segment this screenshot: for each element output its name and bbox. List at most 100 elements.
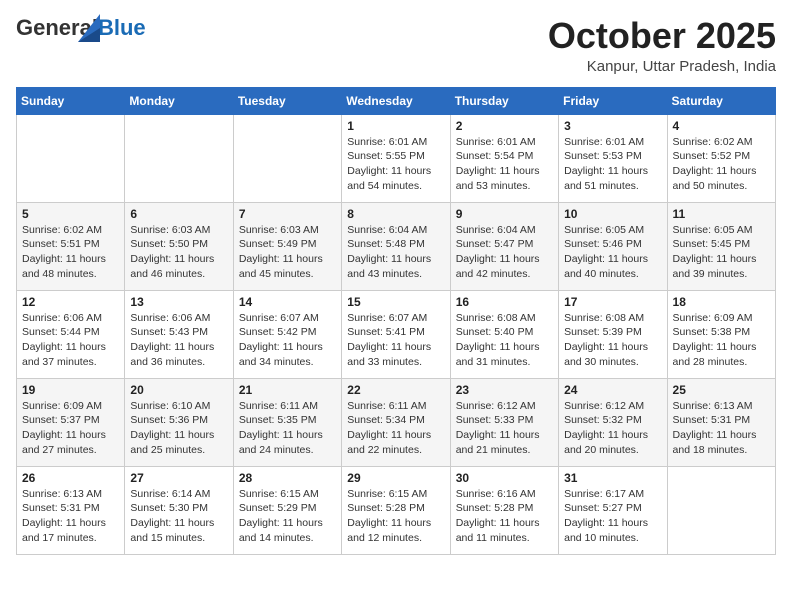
- day-info: Sunrise: 6:03 AMSunset: 5:49 PMDaylight:…: [239, 223, 336, 282]
- table-row: 11 Sunrise: 6:05 AMSunset: 5:45 PMDaylig…: [667, 202, 775, 290]
- day-info: Sunrise: 6:13 AMSunset: 5:31 PMDaylight:…: [673, 399, 770, 458]
- day-number: 19: [22, 383, 119, 397]
- day-number: 15: [347, 295, 444, 309]
- day-number: 26: [22, 471, 119, 485]
- calendar-header-row: Sunday Monday Tuesday Wednesday Thursday…: [17, 87, 776, 114]
- day-info: Sunrise: 6:07 AMSunset: 5:41 PMDaylight:…: [347, 311, 444, 370]
- day-info: Sunrise: 6:04 AMSunset: 5:47 PMDaylight:…: [456, 223, 553, 282]
- day-number: 21: [239, 383, 336, 397]
- location: Kanpur, Uttar Pradesh, India: [548, 58, 776, 75]
- logo: GeneralBlue: [16, 16, 146, 58]
- table-row: 18 Sunrise: 6:09 AMSunset: 5:38 PMDaylig…: [667, 290, 775, 378]
- day-info: Sunrise: 6:06 AMSunset: 5:44 PMDaylight:…: [22, 311, 119, 370]
- table-row: 22 Sunrise: 6:11 AMSunset: 5:34 PMDaylig…: [342, 378, 450, 466]
- day-number: 9: [456, 207, 553, 221]
- calendar-container: GeneralBlue October 2025 Kanpur, Uttar P…: [0, 0, 792, 565]
- table-row: 25 Sunrise: 6:13 AMSunset: 5:31 PMDaylig…: [667, 378, 775, 466]
- day-number: 27: [130, 471, 227, 485]
- table-row: 2 Sunrise: 6:01 AMSunset: 5:54 PMDayligh…: [450, 114, 558, 202]
- table-row: 24 Sunrise: 6:12 AMSunset: 5:32 PMDaylig…: [559, 378, 667, 466]
- header-tuesday: Tuesday: [233, 87, 341, 114]
- page-header: GeneralBlue October 2025 Kanpur, Uttar P…: [16, 16, 776, 75]
- day-info: Sunrise: 6:01 AMSunset: 5:54 PMDaylight:…: [456, 135, 553, 194]
- table-row: 23 Sunrise: 6:12 AMSunset: 5:33 PMDaylig…: [450, 378, 558, 466]
- day-number: 13: [130, 295, 227, 309]
- table-row: 13 Sunrise: 6:06 AMSunset: 5:43 PMDaylig…: [125, 290, 233, 378]
- day-number: 5: [22, 207, 119, 221]
- table-row: 30 Sunrise: 6:16 AMSunset: 5:28 PMDaylig…: [450, 466, 558, 554]
- day-info: Sunrise: 6:09 AMSunset: 5:37 PMDaylight:…: [22, 399, 119, 458]
- day-info: Sunrise: 6:01 AMSunset: 5:55 PMDaylight:…: [347, 135, 444, 194]
- table-row: [17, 114, 125, 202]
- day-info: Sunrise: 6:11 AMSunset: 5:34 PMDaylight:…: [347, 399, 444, 458]
- day-number: 28: [239, 471, 336, 485]
- day-number: 29: [347, 471, 444, 485]
- day-info: Sunrise: 6:15 AMSunset: 5:28 PMDaylight:…: [347, 487, 444, 546]
- day-number: 4: [673, 119, 770, 133]
- table-row: 5 Sunrise: 6:02 AMSunset: 5:51 PMDayligh…: [17, 202, 125, 290]
- calendar-week-row: 26 Sunrise: 6:13 AMSunset: 5:31 PMDaylig…: [17, 466, 776, 554]
- day-info: Sunrise: 6:02 AMSunset: 5:51 PMDaylight:…: [22, 223, 119, 282]
- table-row: 31 Sunrise: 6:17 AMSunset: 5:27 PMDaylig…: [559, 466, 667, 554]
- table-row: 19 Sunrise: 6:09 AMSunset: 5:37 PMDaylig…: [17, 378, 125, 466]
- table-row: 14 Sunrise: 6:07 AMSunset: 5:42 PMDaylig…: [233, 290, 341, 378]
- day-info: Sunrise: 6:17 AMSunset: 5:27 PMDaylight:…: [564, 487, 661, 546]
- day-number: 14: [239, 295, 336, 309]
- day-number: 23: [456, 383, 553, 397]
- day-info: Sunrise: 6:03 AMSunset: 5:50 PMDaylight:…: [130, 223, 227, 282]
- day-number: 16: [456, 295, 553, 309]
- table-row: 26 Sunrise: 6:13 AMSunset: 5:31 PMDaylig…: [17, 466, 125, 554]
- day-info: Sunrise: 6:15 AMSunset: 5:29 PMDaylight:…: [239, 487, 336, 546]
- day-info: Sunrise: 6:16 AMSunset: 5:28 PMDaylight:…: [456, 487, 553, 546]
- day-number: 17: [564, 295, 661, 309]
- day-number: 30: [456, 471, 553, 485]
- table-row: [233, 114, 341, 202]
- header-saturday: Saturday: [667, 87, 775, 114]
- day-number: 12: [22, 295, 119, 309]
- table-row: 9 Sunrise: 6:04 AMSunset: 5:47 PMDayligh…: [450, 202, 558, 290]
- table-row: [667, 466, 775, 554]
- table-row: 7 Sunrise: 6:03 AMSunset: 5:49 PMDayligh…: [233, 202, 341, 290]
- table-row: 1 Sunrise: 6:01 AMSunset: 5:55 PMDayligh…: [342, 114, 450, 202]
- header-monday: Monday: [125, 87, 233, 114]
- day-info: Sunrise: 6:01 AMSunset: 5:53 PMDaylight:…: [564, 135, 661, 194]
- calendar-week-row: 5 Sunrise: 6:02 AMSunset: 5:51 PMDayligh…: [17, 202, 776, 290]
- day-info: Sunrise: 6:07 AMSunset: 5:42 PMDaylight:…: [239, 311, 336, 370]
- day-number: 22: [347, 383, 444, 397]
- header-sunday: Sunday: [17, 87, 125, 114]
- day-number: 25: [673, 383, 770, 397]
- day-info: Sunrise: 6:12 AMSunset: 5:33 PMDaylight:…: [456, 399, 553, 458]
- table-row: [125, 114, 233, 202]
- day-info: Sunrise: 6:10 AMSunset: 5:36 PMDaylight:…: [130, 399, 227, 458]
- table-row: 20 Sunrise: 6:10 AMSunset: 5:36 PMDaylig…: [125, 378, 233, 466]
- table-row: 12 Sunrise: 6:06 AMSunset: 5:44 PMDaylig…: [17, 290, 125, 378]
- table-row: 10 Sunrise: 6:05 AMSunset: 5:46 PMDaylig…: [559, 202, 667, 290]
- day-info: Sunrise: 6:05 AMSunset: 5:46 PMDaylight:…: [564, 223, 661, 282]
- day-number: 31: [564, 471, 661, 485]
- day-info: Sunrise: 6:02 AMSunset: 5:52 PMDaylight:…: [673, 135, 770, 194]
- table-row: 16 Sunrise: 6:08 AMSunset: 5:40 PMDaylig…: [450, 290, 558, 378]
- day-info: Sunrise: 6:06 AMSunset: 5:43 PMDaylight:…: [130, 311, 227, 370]
- day-info: Sunrise: 6:05 AMSunset: 5:45 PMDaylight:…: [673, 223, 770, 282]
- header-friday: Friday: [559, 87, 667, 114]
- day-number: 2: [456, 119, 553, 133]
- table-row: 8 Sunrise: 6:04 AMSunset: 5:48 PMDayligh…: [342, 202, 450, 290]
- day-number: 18: [673, 295, 770, 309]
- table-row: 27 Sunrise: 6:14 AMSunset: 5:30 PMDaylig…: [125, 466, 233, 554]
- day-info: Sunrise: 6:09 AMSunset: 5:38 PMDaylight:…: [673, 311, 770, 370]
- table-row: 15 Sunrise: 6:07 AMSunset: 5:41 PMDaylig…: [342, 290, 450, 378]
- day-info: Sunrise: 6:13 AMSunset: 5:31 PMDaylight:…: [22, 487, 119, 546]
- table-row: 29 Sunrise: 6:15 AMSunset: 5:28 PMDaylig…: [342, 466, 450, 554]
- day-number: 6: [130, 207, 227, 221]
- day-number: 8: [347, 207, 444, 221]
- calendar-week-row: 1 Sunrise: 6:01 AMSunset: 5:55 PMDayligh…: [17, 114, 776, 202]
- day-number: 20: [130, 383, 227, 397]
- day-info: Sunrise: 6:08 AMSunset: 5:40 PMDaylight:…: [456, 311, 553, 370]
- day-info: Sunrise: 6:04 AMSunset: 5:48 PMDaylight:…: [347, 223, 444, 282]
- table-row: 28 Sunrise: 6:15 AMSunset: 5:29 PMDaylig…: [233, 466, 341, 554]
- calendar-table: Sunday Monday Tuesday Wednesday Thursday…: [16, 87, 776, 555]
- calendar-week-row: 19 Sunrise: 6:09 AMSunset: 5:37 PMDaylig…: [17, 378, 776, 466]
- header-wednesday: Wednesday: [342, 87, 450, 114]
- day-number: 11: [673, 207, 770, 221]
- day-number: 10: [564, 207, 661, 221]
